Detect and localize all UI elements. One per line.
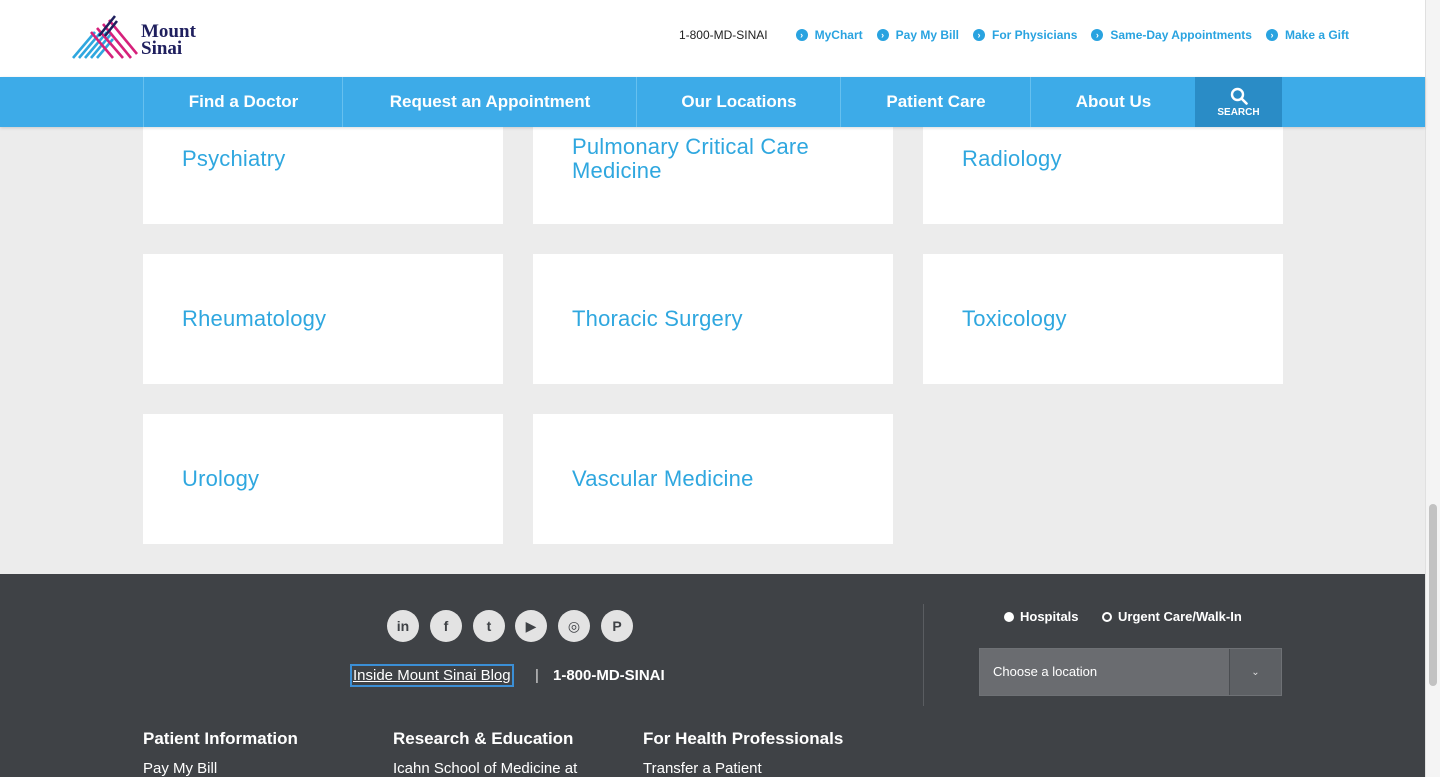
footer-col-title-patient-information: Patient Information xyxy=(143,729,298,748)
radio-hospitals[interactable]: Hospitals xyxy=(1004,609,1079,624)
search-label: SEARCH xyxy=(1217,106,1260,118)
footer-link-transfer-patient[interactable]: Transfer a Patient xyxy=(643,760,762,777)
linkedin-icon[interactable]: in xyxy=(387,610,419,642)
search-button[interactable]: SEARCH xyxy=(1195,77,1282,127)
radio-urgent-care[interactable]: Urgent Care/Walk-In xyxy=(1102,609,1242,624)
for-physicians-link[interactable]: › For Physicians xyxy=(973,28,1077,42)
chevron-down-icon: ⌄ xyxy=(1229,649,1281,695)
chevron-right-icon: › xyxy=(795,29,808,41)
footer-separator: | xyxy=(535,667,539,684)
location-select[interactable]: Choose a location ⌄ xyxy=(979,648,1282,696)
footer-link-pay-my-bill[interactable]: Pay My Bill xyxy=(143,760,217,777)
footer-divider xyxy=(923,604,924,706)
nav-find-a-doctor[interactable]: Find a Doctor xyxy=(143,77,343,127)
radio-hospitals-label: Hospitals xyxy=(1020,609,1079,624)
specialty-card-label: Urology xyxy=(182,466,260,491)
footer-link-icahn-school[interactable]: Icahn School of Medicine at xyxy=(393,760,577,777)
logo-line-2: Sinai xyxy=(141,38,183,59)
specialty-card-urology[interactable]: Urology xyxy=(143,414,503,544)
specialty-card-label: Radiology xyxy=(962,146,1062,171)
footer-col-title-research-education: Research & Education xyxy=(393,729,574,748)
pay-my-bill-label: Pay My Bill xyxy=(895,28,959,42)
location-select-value: Choose a location xyxy=(993,664,1098,679)
utility-links: 1-800-MD-SINAI › MyChart › Pay My Bill ›… xyxy=(679,27,1349,43)
for-physicians-label: For Physicians xyxy=(992,28,1078,42)
mount-sinai-logo[interactable]: Mount Sinai xyxy=(71,14,211,60)
youtube-icon[interactable]: ▶ xyxy=(515,610,547,642)
logo-text: Mount Sinai xyxy=(141,22,196,59)
footer-phone[interactable]: 1-800-MD-SINAI xyxy=(553,667,665,684)
mychart-label: MyChart xyxy=(814,28,863,42)
nav-request-appointment[interactable]: Request an Appointment xyxy=(342,77,637,127)
radio-unselected-icon xyxy=(1102,611,1112,622)
radio-selected-icon xyxy=(1004,611,1014,622)
same-day-appointments-label: Same-Day Appointments xyxy=(1110,28,1252,42)
same-day-appointments-link[interactable]: › Same-Day Appointments xyxy=(1091,28,1252,42)
specialty-card-toxicology[interactable]: Toxicology xyxy=(923,254,1283,384)
nav-patient-care[interactable]: Patient Care xyxy=(840,77,1031,127)
chevron-right-icon: › xyxy=(1265,29,1278,41)
scrollbar-thumb[interactable] xyxy=(1429,504,1437,686)
pay-my-bill-link[interactable]: › Pay My Bill xyxy=(876,28,959,42)
specialty-card-label: Pulmonary Critical Care Medicine xyxy=(572,134,809,183)
facebook-icon[interactable]: f xyxy=(430,610,462,642)
specialty-card-label: Thoracic Surgery xyxy=(572,306,743,331)
specialty-card-vascular-medicine[interactable]: Vascular Medicine xyxy=(533,414,893,544)
make-a-gift-label: Make a Gift xyxy=(1284,28,1349,42)
instagram-icon[interactable]: ◎ xyxy=(558,610,590,642)
site-footer: in f t ▶ ◎ P Inside Mount Sinai Blog | 1… xyxy=(0,574,1425,777)
site-header: Mount Sinai 1-800-MD-SINAI › MyChart › P… xyxy=(0,0,1425,77)
blog-link[interactable]: Inside Mount Sinai Blog xyxy=(350,664,514,687)
header-phone[interactable]: 1-800-MD-SINAI xyxy=(679,28,768,42)
chevron-right-icon: › xyxy=(1091,29,1104,41)
footer-col-title-health-professionals: For Health Professionals xyxy=(643,729,844,748)
specialty-card-label: Toxicology xyxy=(962,306,1067,331)
specialty-card-label: Rheumatology xyxy=(182,306,327,331)
specialty-card-label: Psychiatry xyxy=(182,146,286,171)
chevron-right-icon: › xyxy=(973,29,985,41)
nav-about-us[interactable]: About Us xyxy=(1030,77,1196,127)
chevron-right-icon: › xyxy=(876,29,889,41)
search-icon xyxy=(1230,87,1248,105)
nav-our-locations[interactable]: Our Locations xyxy=(636,77,841,127)
radio-urgent-care-label: Urgent Care/Walk-In xyxy=(1118,609,1242,624)
specialty-card-thoracic-surgery[interactable]: Thoracic Surgery xyxy=(533,254,893,384)
specialty-card-rheumatology[interactable]: Rheumatology xyxy=(143,254,503,384)
specialty-card-label: Vascular Medicine xyxy=(572,466,754,491)
logo-mark-icon xyxy=(72,15,139,59)
pinterest-icon[interactable]: P xyxy=(601,610,633,642)
main-navigation: Find a Doctor Request an Appointment Our… xyxy=(0,77,1425,127)
make-a-gift-link[interactable]: › Make a Gift xyxy=(1265,28,1349,42)
twitter-icon[interactable]: t xyxy=(473,610,505,642)
mychart-link[interactable]: › MyChart xyxy=(795,28,863,42)
